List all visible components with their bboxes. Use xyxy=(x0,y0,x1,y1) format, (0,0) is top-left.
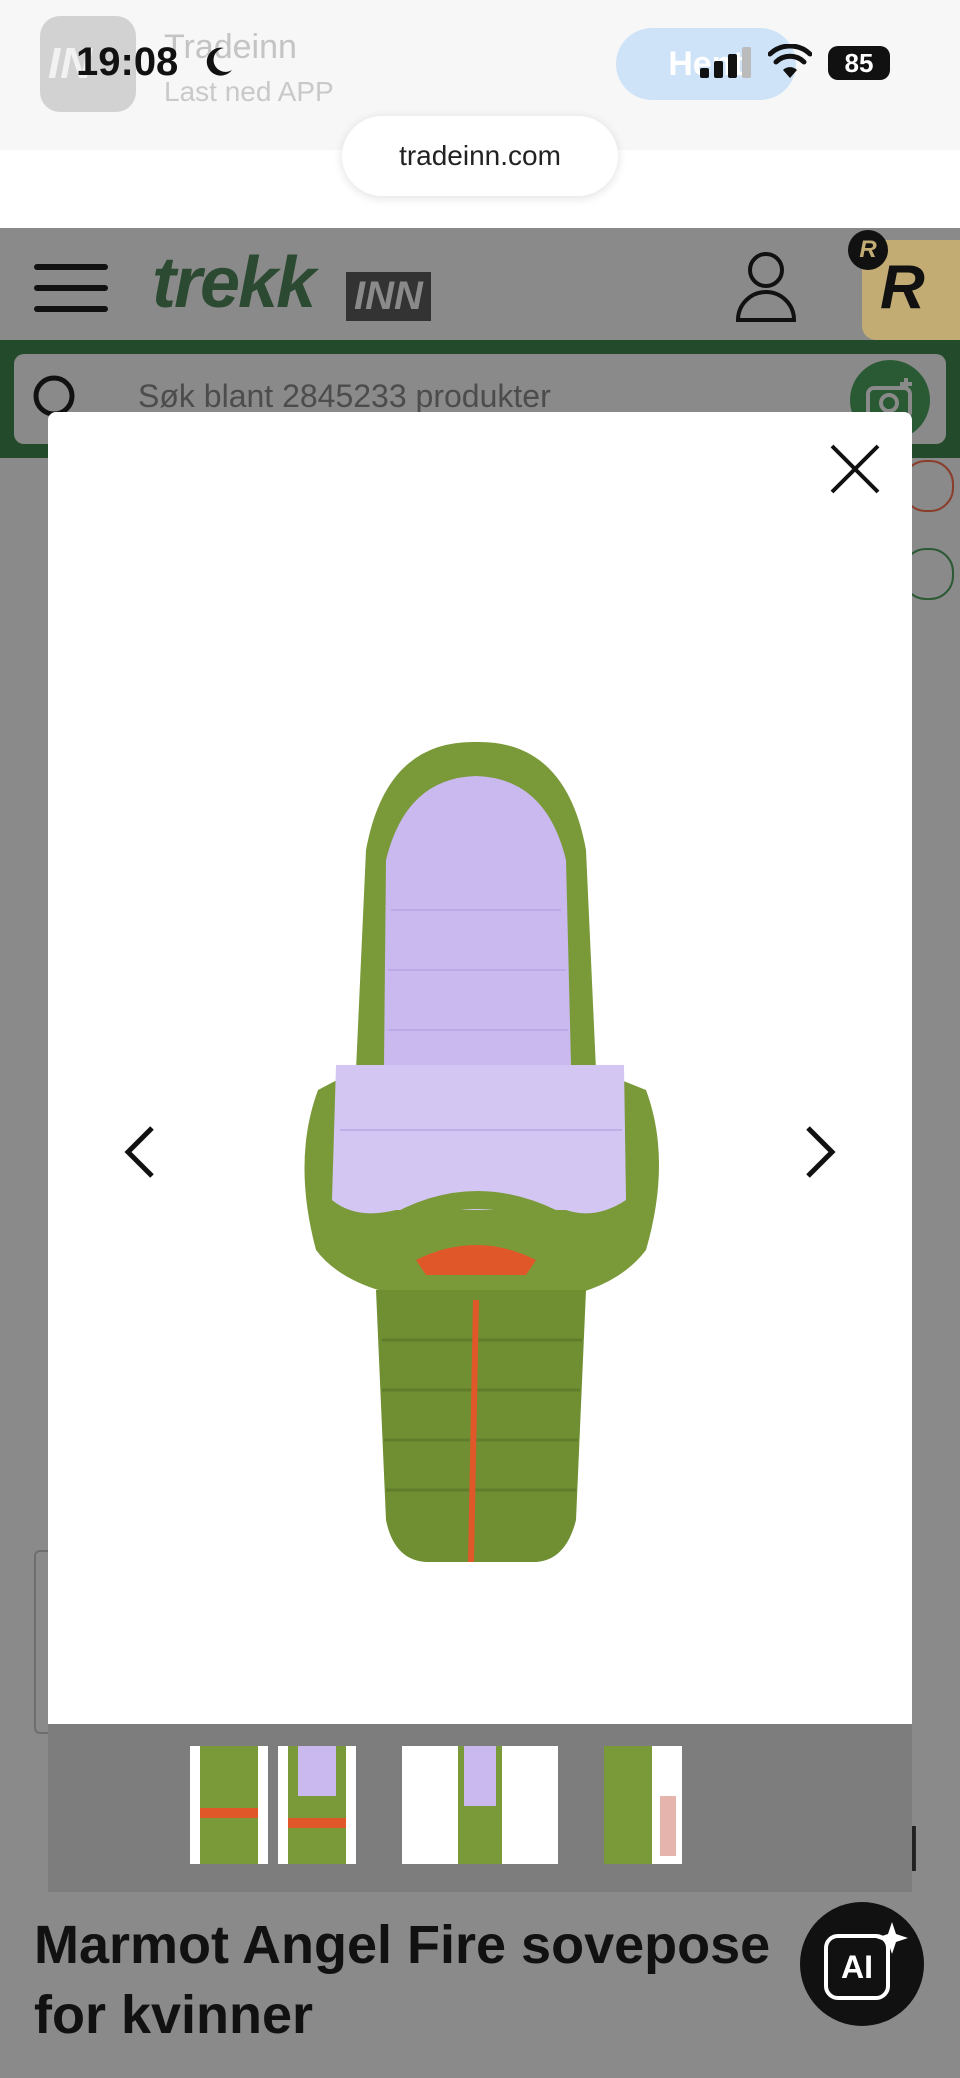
account-icon[interactable] xyxy=(734,250,798,322)
close-icon[interactable] xyxy=(824,438,886,500)
app-banner-subtitle: Last ned APP xyxy=(164,76,334,107)
rewards-badge: R xyxy=(848,230,888,270)
cell-signal-icon xyxy=(700,47,751,78)
chevron-left-icon[interactable] xyxy=(118,1124,162,1180)
address-bar[interactable]: tradeinn.com xyxy=(342,116,618,196)
ai-assistant-button[interactable]: AI xyxy=(800,1902,924,2026)
thumbnail-image xyxy=(458,1746,502,1864)
thumbnail[interactable] xyxy=(604,1746,682,1864)
ai-icon: AI xyxy=(824,1922,908,2000)
thumbnail-image xyxy=(604,1746,676,1864)
product-image xyxy=(304,741,659,1563)
moon-icon xyxy=(206,47,232,76)
site-header xyxy=(0,228,960,340)
thumbnail-image xyxy=(288,1746,346,1864)
thumbnail[interactable] xyxy=(278,1746,356,1864)
logo-suffix: INN xyxy=(346,272,431,321)
menu-icon[interactable] xyxy=(34,262,108,314)
search-placeholder: Søk blant 2845233 produkter xyxy=(138,378,551,414)
chevron-right-icon[interactable] xyxy=(798,1124,842,1180)
ai-label: AI xyxy=(841,1949,873,1985)
thumbnail[interactable] xyxy=(190,1746,268,1864)
product-title: Marmot Angel Fire sovepose for kvinner xyxy=(34,1915,771,2045)
thumbnail-image xyxy=(200,1746,258,1864)
logo[interactable]: trekk xyxy=(152,242,316,324)
clock: 19:08 xyxy=(76,40,179,84)
thumbnail[interactable] xyxy=(402,1746,558,1864)
wifi-icon xyxy=(768,44,812,78)
rewards-letter: R xyxy=(880,253,925,322)
battery-indicator: 85 xyxy=(828,46,890,80)
